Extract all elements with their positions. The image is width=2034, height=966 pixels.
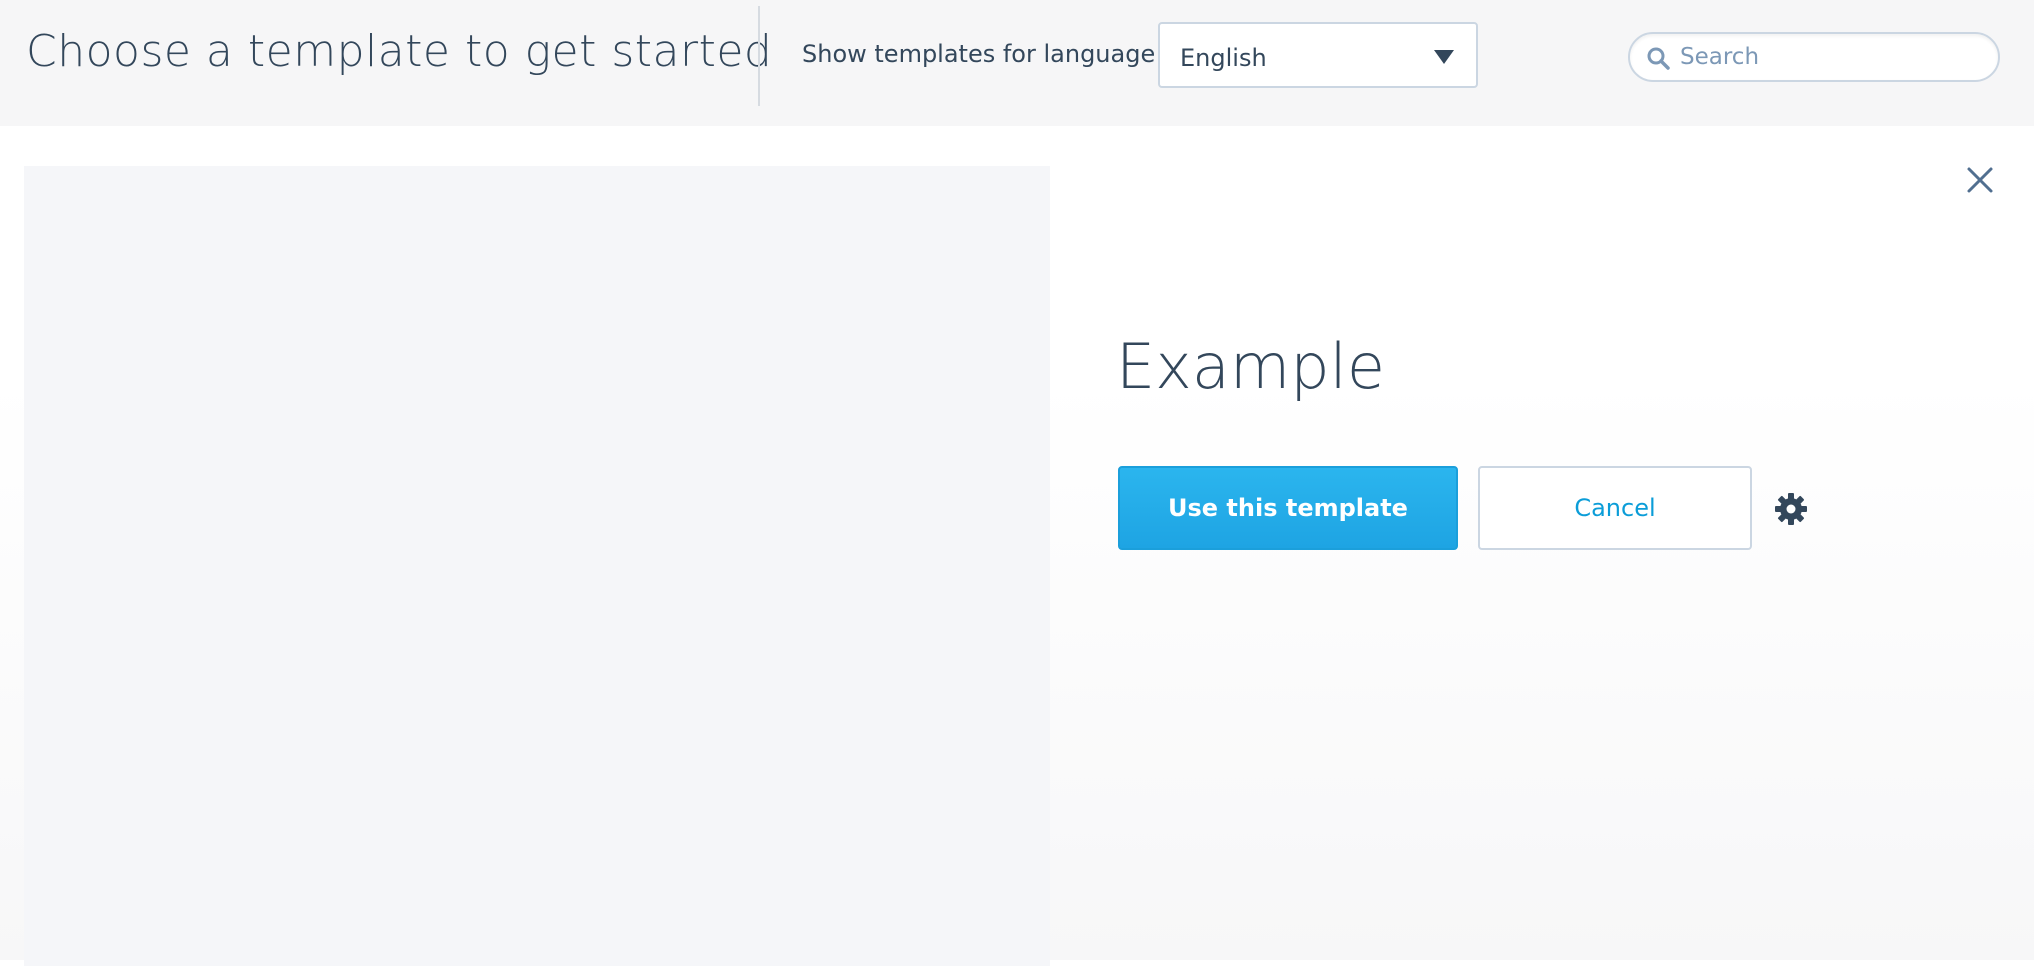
- search-icon: [1647, 47, 1670, 70]
- search-input[interactable]: [1678, 40, 1978, 74]
- template-preview: [24, 166, 1050, 966]
- template-detail-panel: Example Use this template Cancel: [0, 126, 2034, 966]
- template-name: Example: [1116, 330, 1385, 403]
- language-label: Show templates for language: [802, 40, 1156, 68]
- use-template-button-label: Use this template: [1168, 494, 1408, 522]
- header-bar: Choose a template to get started Show te…: [0, 0, 2034, 126]
- language-select[interactable]: English: [1158, 22, 1478, 88]
- search-box[interactable]: [1628, 32, 2000, 82]
- use-template-button[interactable]: Use this template: [1118, 466, 1458, 550]
- page-title: Choose a template to get started: [26, 26, 773, 77]
- cancel-button[interactable]: Cancel: [1478, 466, 1752, 550]
- gear-icon[interactable]: [1774, 492, 1808, 526]
- cancel-button-label: Cancel: [1574, 494, 1656, 522]
- header-divider: [758, 6, 760, 106]
- close-icon[interactable]: [1964, 164, 1996, 196]
- caret-down-icon: [1434, 50, 1454, 64]
- language-select-value: English: [1180, 44, 1267, 72]
